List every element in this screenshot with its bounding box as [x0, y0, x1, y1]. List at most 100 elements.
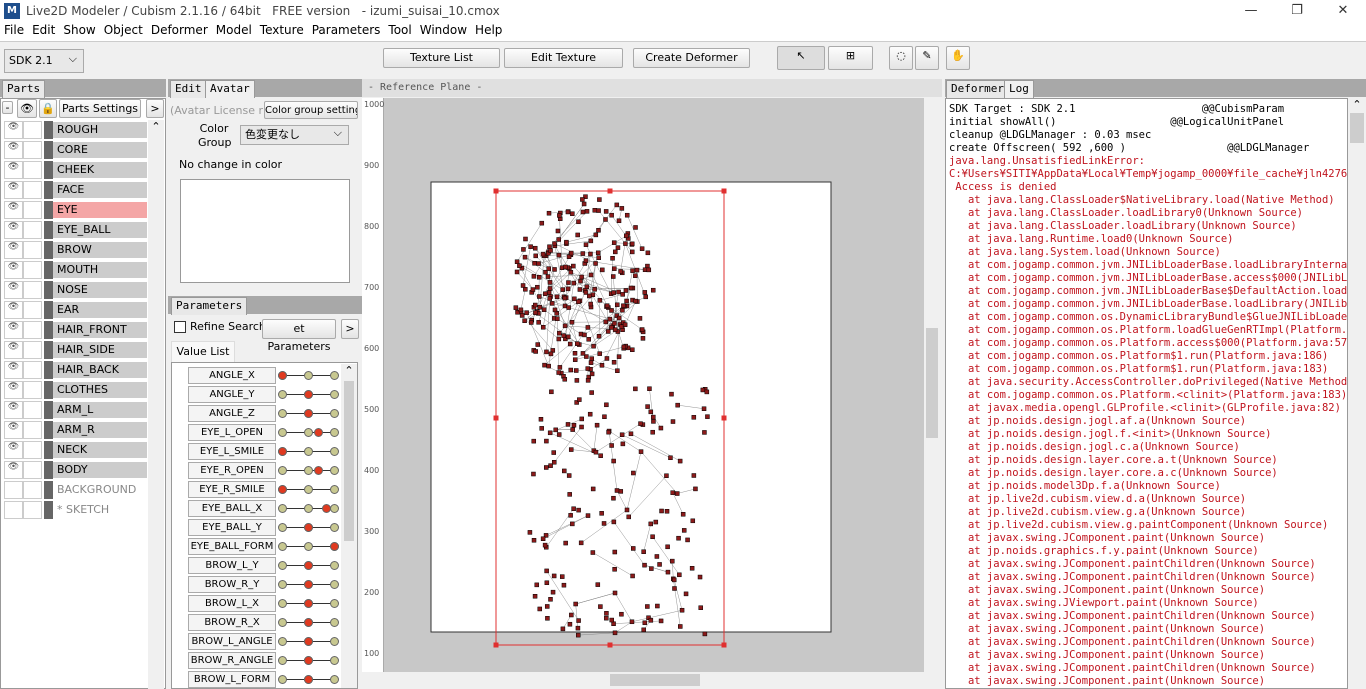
mesh-vertex[interactable] [547, 296, 553, 301]
mesh-vertex[interactable] [629, 241, 635, 247]
eye-icon[interactable]: 👁 [4, 120, 23, 139]
mesh-vertex[interactable] [561, 582, 567, 588]
mesh-vertex[interactable] [642, 267, 648, 272]
mesh-vertex[interactable] [616, 218, 622, 224]
mesh-vertex[interactable] [597, 298, 603, 303]
mesh-vertex[interactable] [562, 295, 568, 301]
mesh-vertex[interactable] [704, 389, 710, 395]
keyframe-dot[interactable] [278, 618, 287, 627]
parameter-row[interactable]: ANGLE_X [174, 366, 340, 385]
color-group-settings-button[interactable]: Color group settings [264, 101, 358, 119]
mesh-vertex[interactable] [552, 307, 558, 313]
menu-edit[interactable]: Edit [28, 22, 59, 41]
mesh-vertex[interactable] [645, 604, 650, 609]
mesh-vertex[interactable] [698, 605, 703, 610]
scroll-up-icon[interactable]: ⌃ [341, 364, 357, 377]
lock-toggle[interactable] [23, 160, 42, 179]
slider-knob[interactable] [304, 409, 313, 418]
mesh-vertex[interactable] [633, 273, 638, 278]
keyframe-dot[interactable] [330, 599, 339, 608]
keyframe-dot[interactable] [278, 523, 287, 532]
parameter-row[interactable]: EYE_BALL_FORM [174, 537, 340, 556]
mesh-vertex[interactable] [572, 357, 578, 362]
mesh-vertex[interactable] [576, 299, 581, 305]
mesh-vertex[interactable] [513, 305, 519, 310]
eye-icon[interactable]: 👁 [4, 420, 23, 439]
mesh-vertex[interactable] [650, 534, 655, 539]
mesh-vertex[interactable] [547, 280, 553, 285]
mesh-vertex[interactable] [637, 316, 643, 321]
mesh-vertex[interactable] [568, 269, 574, 275]
lock-toggle[interactable] [23, 120, 42, 139]
mesh-vertex[interactable] [573, 601, 578, 607]
mesh-vertex[interactable] [537, 305, 543, 310]
eye-icon[interactable]: 👁 [4, 220, 23, 239]
keyframe-dot[interactable] [330, 409, 339, 418]
mesh-vertex[interactable] [618, 489, 624, 494]
parameter-row[interactable]: EYE_R_SMILE [174, 480, 340, 499]
mesh-vertex[interactable] [595, 582, 601, 587]
mesh-vertex[interactable] [620, 441, 626, 447]
mesh-vertex[interactable] [548, 463, 553, 468]
parameter-row[interactable]: EYE_BALL_Y [174, 518, 340, 537]
brush-tool-button[interactable]: ✎ [915, 46, 939, 70]
lock-toggle[interactable] [23, 240, 42, 259]
select-tool-button[interactable]: ↖ [777, 46, 825, 70]
slider-knob[interactable] [278, 485, 287, 494]
mesh-vertex[interactable] [701, 406, 707, 411]
mesh-vertex[interactable] [604, 611, 609, 616]
menu-tool[interactable]: Tool [384, 22, 415, 41]
mesh-vertex[interactable] [574, 341, 580, 346]
mesh-vertex[interactable] [532, 594, 538, 599]
mesh-vertex[interactable] [549, 389, 554, 395]
mesh-vertex[interactable] [670, 558, 675, 564]
mesh-vertex[interactable] [693, 486, 698, 492]
eye-icon[interactable] [4, 480, 23, 499]
selection-handle[interactable] [493, 642, 499, 648]
mesh-vertex[interactable] [624, 507, 630, 513]
mesh-vertex[interactable] [574, 378, 580, 383]
parameter-row[interactable]: BROW_R_X [174, 613, 340, 632]
menu-texture[interactable]: Texture [256, 22, 308, 41]
mesh-vertex[interactable] [619, 432, 625, 438]
keyframe-dot[interactable] [330, 485, 339, 494]
mesh-vertex[interactable] [548, 597, 553, 602]
mesh-vertex[interactable] [518, 307, 524, 313]
mesh-vertex[interactable] [557, 330, 562, 336]
keyframe-dot[interactable] [330, 390, 339, 399]
mesh-vertex[interactable] [572, 351, 578, 356]
mesh-vertex[interactable] [630, 546, 636, 551]
mesh-vertex[interactable] [531, 438, 537, 444]
scroll-thumb[interactable] [610, 674, 700, 686]
mesh-vertex[interactable] [642, 562, 647, 568]
mesh-vertex[interactable] [581, 201, 587, 207]
mesh-vertex[interactable] [596, 208, 601, 213]
sdk-select[interactable]: SDK 2.1 [4, 48, 84, 73]
part-row[interactable]: 👁 EYE_BALL [4, 220, 147, 239]
mesh-vertex[interactable] [603, 319, 609, 325]
mesh-vertex[interactable] [594, 422, 600, 428]
mesh-vertex[interactable] [542, 542, 548, 548]
parameter-row[interactable]: ANGLE_Y [174, 385, 340, 404]
mesh-vertex[interactable] [568, 250, 574, 256]
mesh-vertex[interactable] [612, 321, 617, 326]
mesh-vertex[interactable] [539, 426, 544, 431]
mesh-vertex[interactable] [691, 473, 697, 478]
parameter-row[interactable]: BROW_L_FORM [174, 670, 340, 689]
parameter-row[interactable]: BROW_L_Y [174, 556, 340, 575]
lock-toggle[interactable] [23, 420, 42, 439]
mesh-vertex[interactable] [612, 590, 618, 596]
mesh-vertex[interactable] [536, 261, 541, 266]
mesh-vertex[interactable] [540, 251, 546, 257]
mesh-vertex[interactable] [599, 511, 604, 516]
mesh-vertex[interactable] [575, 625, 581, 631]
mesh-vertex[interactable] [545, 274, 551, 279]
selection-handle[interactable] [721, 415, 727, 421]
visibility-toggle[interactable]: 👁 [17, 99, 37, 118]
mesh-vertex[interactable] [557, 213, 562, 218]
mesh-vertex[interactable] [576, 219, 581, 225]
mesh-vertex[interactable] [572, 296, 577, 302]
mesh-vertex[interactable] [561, 333, 566, 338]
lock-toggle[interactable] [23, 360, 42, 379]
mesh-vertex[interactable] [664, 473, 669, 478]
